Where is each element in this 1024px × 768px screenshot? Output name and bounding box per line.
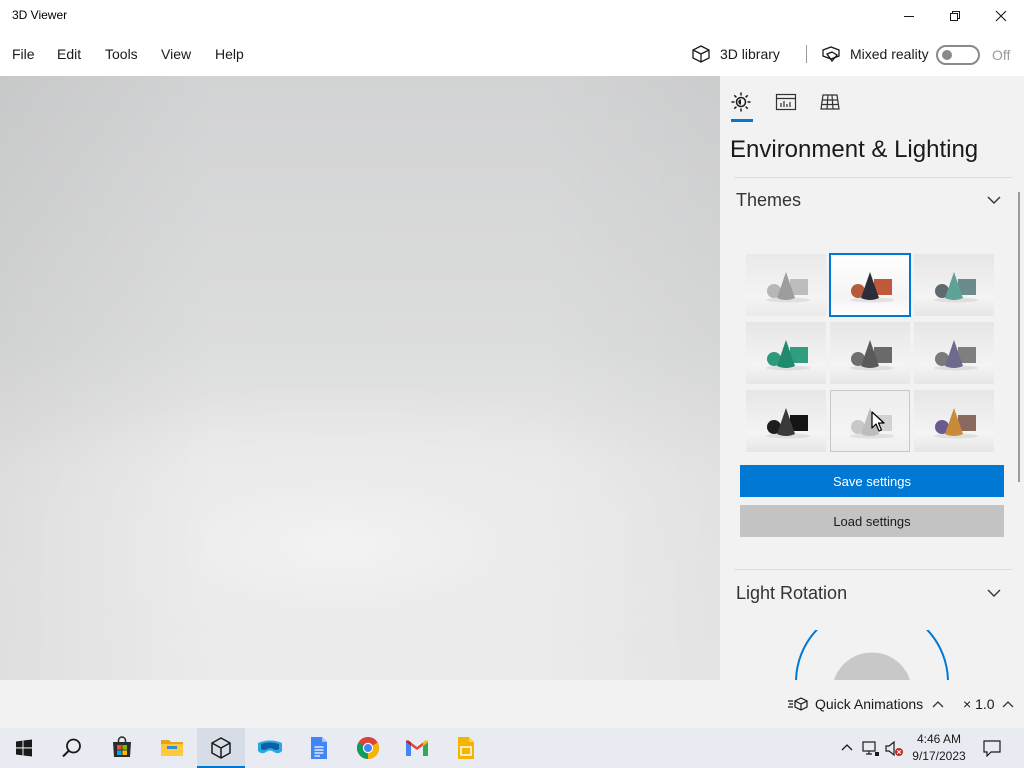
chrome-icon [356, 736, 380, 759]
google-docs-icon [311, 737, 327, 759]
mixed-reality-toggle[interactable] [936, 45, 980, 65]
gmail-icon [406, 740, 428, 756]
search-button[interactable] [48, 728, 96, 768]
mixed-reality-label: Mixed reality [850, 46, 929, 62]
status-bar: Quick Animations × 1.0 [0, 680, 1024, 728]
divider [734, 177, 1012, 178]
theme-preview-icon [766, 340, 810, 371]
tab-lighting[interactable] [729, 90, 753, 114]
theme-tile[interactable] [746, 390, 826, 452]
tab-grid[interactable] [818, 90, 842, 114]
theme-tile[interactable] [829, 253, 911, 317]
volume-muted-icon[interactable] [884, 740, 904, 758]
theme-tile[interactable] [746, 254, 826, 316]
title-bar: 3D Viewer [0, 0, 1024, 32]
minimize-button[interactable] [886, 0, 932, 32]
chrome-button[interactable] [344, 728, 392, 768]
clock-date: 9/17/2023 [912, 749, 966, 763]
theme-tile[interactable] [830, 390, 910, 452]
file-explorer-icon [161, 740, 183, 756]
3d-viewer-icon [211, 737, 231, 759]
divider [734, 569, 1012, 570]
chevron-down-icon[interactable] [986, 587, 1002, 599]
minimize-icon [904, 16, 914, 17]
cube-icon [692, 45, 710, 63]
file-explorer-button[interactable] [148, 728, 196, 768]
viewport-shading [0, 76, 720, 680]
environment-panel: Environment & Lighting Themes Save setti… [720, 76, 1024, 680]
quick-animations-label: Quick Animations [815, 696, 924, 712]
toggle-knob [942, 50, 952, 60]
store-icon [113, 736, 131, 757]
chevron-up-icon [1002, 701, 1013, 708]
window-title: 3D Viewer [12, 8, 68, 22]
menu-edit[interactable]: Edit [57, 46, 81, 62]
lighting-icon [731, 92, 751, 112]
menu-tools[interactable]: Tools [105, 46, 138, 62]
tab-stats[interactable] [774, 90, 798, 114]
chevron-down-icon[interactable] [986, 194, 1002, 206]
taskbar-clock[interactable]: 4:46 AM 9/17/2023 [908, 731, 970, 765]
search-icon [62, 738, 81, 758]
menu-file[interactable]: File [12, 46, 35, 62]
restore-icon [950, 11, 960, 21]
google-slides-button[interactable] [442, 728, 490, 768]
theme-preview-icon [766, 272, 810, 303]
google-docs-button[interactable] [295, 728, 343, 768]
theme-tile[interactable] [914, 322, 994, 384]
panel-scrollbar[interactable] [1018, 192, 1020, 482]
mixed-reality-state: Off [992, 47, 1011, 63]
theme-preview-icon [850, 408, 894, 439]
store-button[interactable] [98, 728, 146, 768]
load-settings-button[interactable]: Load settings [740, 505, 1004, 537]
network-icon[interactable] [862, 740, 880, 756]
theme-tile[interactable] [914, 390, 994, 452]
taskbar: 4:46 AM 9/17/2023 [0, 728, 1024, 768]
start-button[interactable] [0, 728, 48, 768]
menu-view[interactable]: View [161, 46, 191, 62]
3d-viewport[interactable] [0, 76, 720, 680]
theme-tile[interactable] [830, 322, 910, 384]
gmail-button[interactable] [393, 728, 441, 768]
notification-icon[interactable] [982, 739, 1002, 757]
theme-preview-icon [850, 340, 894, 371]
mixed-reality-icon [822, 46, 840, 63]
theme-preview-icon [850, 272, 894, 303]
stats-icon [775, 93, 797, 111]
3d-library-button[interactable]: 3D library [690, 42, 780, 66]
light-rotation-section-title[interactable]: Light Rotation [736, 583, 847, 604]
mixed-reality-portal-button[interactable] [246, 728, 294, 768]
chevron-up-icon [932, 701, 944, 708]
theme-preview-icon [934, 408, 978, 439]
start-icon [16, 739, 32, 757]
theme-tile[interactable] [914, 254, 994, 316]
restore-button[interactable] [932, 0, 978, 32]
grid-icon [820, 94, 840, 110]
chevron-up-icon[interactable] [840, 742, 854, 752]
save-settings-button[interactable]: Save settings [740, 465, 1004, 497]
close-button[interactable] [978, 0, 1024, 32]
3d-viewer-button[interactable] [197, 728, 245, 768]
close-icon [995, 10, 1007, 22]
panel-title: Environment & Lighting [730, 136, 979, 163]
animation-speed-label: × 1.0 [963, 696, 995, 712]
clock-time: 4:46 AM [916, 732, 962, 746]
theme-preview-icon [934, 340, 978, 371]
quick-animations-button[interactable]: Quick Animations [787, 696, 945, 712]
theme-tile[interactable] [746, 322, 826, 384]
toolbar-divider [806, 45, 807, 63]
3d-library-label: 3D library [720, 46, 780, 62]
mouse-cursor-icon [871, 411, 885, 432]
animation-speed-button[interactable]: × 1.0 [963, 696, 1015, 712]
themes-section-title[interactable]: Themes [736, 190, 801, 211]
mixed-reality-portal-icon [258, 740, 282, 754]
animation-icon [788, 697, 808, 711]
menu-help[interactable]: Help [215, 46, 244, 62]
active-tab-indicator [731, 119, 753, 122]
google-slides-icon [458, 737, 474, 759]
theme-preview-icon [934, 272, 978, 303]
theme-preview-icon [766, 408, 810, 439]
mixed-reality-button[interactable]: Mixed reality [820, 42, 929, 66]
light-rotation-dial[interactable] [790, 630, 954, 680]
